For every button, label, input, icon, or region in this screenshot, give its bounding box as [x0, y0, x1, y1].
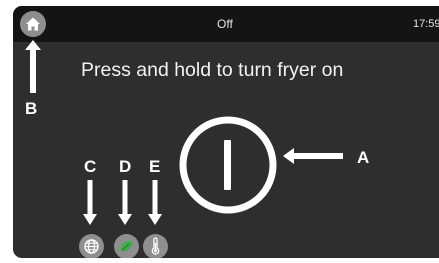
annotated-fryer-screen: Off 17:59 Press and hold to turn fryer o… [0, 0, 439, 263]
status-bar: Off 17:59 [13, 6, 439, 42]
power-icon [179, 116, 277, 214]
globe-icon [84, 239, 99, 254]
callout-e-label: E [149, 157, 161, 176]
status-text: Off [217, 17, 233, 31]
power-button[interactable] [177, 114, 279, 216]
language-button[interactable] [79, 234, 104, 258]
leaf-icon [120, 240, 133, 252]
callout-c-arrow [83, 180, 97, 225]
fryer-display: Off 17:59 Press and hold to turn fryer o… [13, 6, 439, 258]
callout-b-arrow [25, 40, 41, 93]
callout-b-label: B [25, 99, 38, 118]
clock: 17:59 [413, 18, 439, 30]
callout-d-label: D [119, 157, 132, 176]
thermometer-icon [151, 237, 160, 255]
temperature-button[interactable] [143, 234, 168, 258]
home-button[interactable] [20, 11, 46, 37]
callout-a-arrow [283, 148, 343, 164]
instruction-text: Press and hold to turn fryer on [81, 59, 344, 81]
eco-mode-button[interactable] [114, 234, 139, 258]
callout-c-label: C [84, 157, 97, 176]
callout-e-arrow [148, 180, 162, 225]
callout-a-label: A [357, 148, 370, 167]
home-icon [26, 17, 40, 31]
callout-d-arrow [118, 180, 132, 225]
